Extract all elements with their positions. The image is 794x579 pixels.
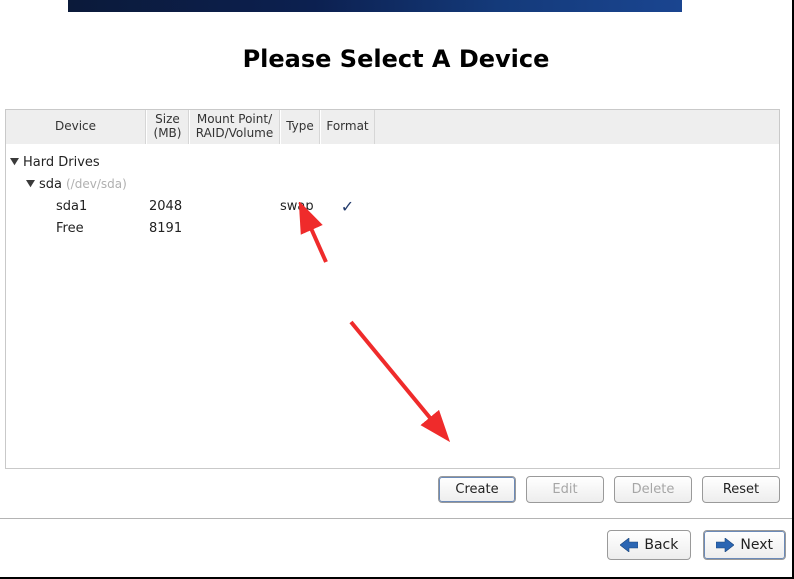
tree-root[interactable]: Hard Drives [6,151,779,173]
tree-disk[interactable]: sda (/dev/sda) [6,173,779,195]
table-header: Device Size (MB) Mount Point/ RAID/Volum… [6,110,779,145]
reset-button[interactable]: Reset [702,476,780,503]
col-size[interactable]: Size (MB) [146,110,189,144]
nav-bar: Back Next [0,530,786,560]
page-title: Please Select A Device [0,45,792,73]
action-bar: Create Edit Delete Reset [5,476,780,506]
expand-icon[interactable] [26,180,35,188]
row-size: 8191 [146,221,189,236]
delete-button: Delete [614,476,692,503]
col-type[interactable]: Type [280,110,320,144]
arrow-left-icon [620,538,638,552]
table-row[interactable]: Free 8191 [6,217,779,239]
create-button[interactable]: Create [438,476,516,503]
edit-button: Edit [526,476,604,503]
tree-root-label: Hard Drives [23,155,100,170]
expand-icon[interactable] [10,158,19,166]
next-button[interactable]: Next [703,530,786,560]
device-tree: Hard Drives sda (/dev/sda) sda1 2048 swa… [6,145,779,239]
disk-name: sda [39,177,62,192]
col-mount[interactable]: Mount Point/ RAID/Volume [189,110,280,144]
row-device: Free [6,221,146,236]
top-banner [68,0,682,12]
row-type: swap [280,199,320,214]
col-device[interactable]: Device [6,110,146,144]
col-format[interactable]: Format [320,110,375,144]
disk-path: (/dev/sda) [66,177,127,191]
separator [0,518,792,519]
table-row[interactable]: sda1 2048 swap ✓ [6,195,779,217]
checkmark-icon: ✓ [320,197,375,216]
row-device: sda1 [6,199,146,214]
device-panel: Device Size (MB) Mount Point/ RAID/Volum… [5,109,780,469]
back-button[interactable]: Back [607,530,691,560]
arrow-right-icon [716,538,734,552]
row-size: 2048 [146,199,189,214]
